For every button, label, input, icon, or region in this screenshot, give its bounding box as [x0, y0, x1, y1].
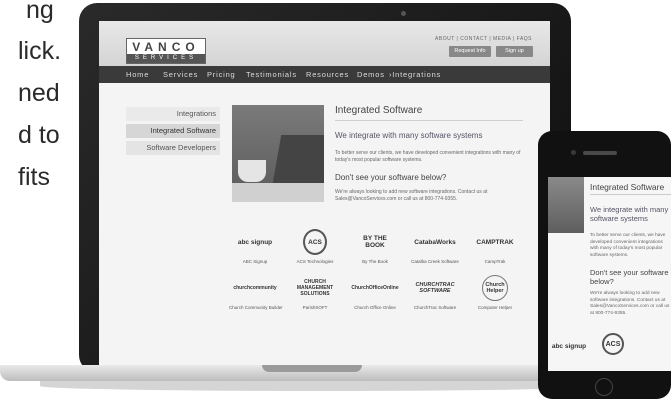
contact-paragraph: We're always looking to add new software… [335, 189, 488, 202]
hero-image [232, 105, 324, 202]
phone-speaker [583, 151, 617, 155]
phone-hero-image [548, 177, 584, 233]
camptrak-logo: CAMPTRAK [476, 238, 514, 246]
acs-logo: ACS [303, 229, 327, 255]
camera-icon [401, 11, 406, 16]
nav-demos[interactable]: Demos [357, 66, 385, 83]
abc-signup-logo: abc signup [237, 238, 273, 246]
coffee-cup-icon [238, 160, 266, 182]
phone-acs-logo[interactable]: ACS [602, 333, 624, 355]
logo-caption: Catalba Creek Software [411, 259, 459, 264]
logo-caption: ChurchTrac Software [413, 305, 457, 310]
church-helper-logo: Church Helper [482, 275, 508, 301]
phone-question-heading: Don't see your software below? [590, 268, 669, 286]
nav-home[interactable]: Home [126, 66, 149, 83]
phone-contact-paragraph: We're always looking to add new software… [590, 291, 670, 316]
sidebar-item-software-developers[interactable]: Software Developers [126, 141, 220, 155]
phone-title-divider [590, 194, 671, 195]
nav-pricing[interactable]: Pricing [207, 66, 236, 83]
church-office-online-logo: ChurchOfficeOnline [351, 285, 399, 291]
hero-laptop-shape [272, 135, 324, 183]
nav-integrations[interactable]: ›Integrations [389, 66, 441, 83]
phone-camera-icon [571, 150, 576, 155]
church-management-logo: CHURCH MANAGEMENT SOLUTIONS [296, 279, 334, 297]
logo-caption: ABC Signup [242, 259, 268, 264]
logo-caption: Computer Helper [477, 305, 513, 310]
site-header: VANCO SERVICES ABOUT | CONTACT | MEDIA |… [99, 21, 550, 66]
sidebar-item-integrations[interactable]: Integrations [126, 107, 220, 121]
phone-device: Integrated Software We integrate with ma… [538, 131, 671, 399]
sidebar: Integrations Integrated Software Softwar… [126, 107, 220, 158]
home-button-icon[interactable] [595, 378, 613, 396]
vanco-logo[interactable]: VANCO SERVICES [126, 38, 206, 64]
sidebar-item-integrated-software[interactable]: Integrated Software [126, 124, 220, 138]
logo-caption: ACS Technologies [296, 259, 334, 264]
logo-caption: Church Community Builder [229, 305, 283, 310]
logo-wordmark: VANCO [132, 40, 200, 54]
logo-caption: By The Book [362, 259, 388, 264]
laptop-shadow [40, 381, 600, 391]
nav-resources[interactable]: Resources [306, 66, 349, 83]
sign-up-button[interactable]: Sign up [496, 46, 533, 57]
question-heading: Don't see your software below? [335, 173, 447, 182]
main-nav: Home Services Pricing Testimonials Resou… [99, 66, 550, 83]
title-divider [335, 120, 523, 121]
logo-subtitle: SERVICES [127, 54, 205, 63]
logo-caption: Church Office Online [354, 305, 396, 310]
text-fragment: fits [18, 163, 50, 191]
laptop-screen: VANCO SERVICES ABOUT | CONTACT | MEDIA |… [99, 21, 550, 371]
nav-services[interactable]: Services [163, 66, 198, 83]
phone-subheading: We integrate with many software systems [590, 205, 669, 223]
church-community-logo: churchcommunity [233, 285, 277, 291]
logo-caption: CampTrak [484, 259, 506, 264]
by-the-book-logo: BY THE BOOK [363, 235, 387, 249]
churchtrac-logo: CHURCHTRAC SOFTWARE [415, 282, 455, 294]
page-content: Integrations Integrated Software Softwar… [99, 83, 550, 371]
catabaworks-logo: CatabaWorks [414, 238, 456, 246]
text-fragment: lick. [18, 37, 62, 65]
page-subheading: We integrate with many software systems [335, 131, 483, 140]
text-fragment: ng [26, 0, 54, 24]
intro-paragraph: To better serve our clients, we have dev… [335, 150, 521, 163]
phone-abc-signup-logo[interactable]: abc signup [548, 339, 590, 353]
nav-testimonials[interactable]: Testimonials [246, 66, 297, 83]
laptop-notch [262, 365, 362, 372]
request-info-button[interactable]: Request Info [449, 46, 491, 57]
text-fragment: d to [18, 121, 60, 149]
hero-table-shape [232, 183, 324, 202]
logo-caption: ParishSOFT [302, 305, 328, 310]
page-title: Integrated Software [335, 105, 423, 116]
top-links[interactable]: ABOUT | CONTACT | MEDIA | FAQS [435, 36, 532, 42]
phone-page-title: Integrated Software [590, 182, 665, 192]
phone-screen: Integrated Software We integrate with ma… [548, 177, 671, 371]
text-fragment: ned [18, 79, 60, 107]
phone-intro-paragraph: To better serve our clients, we have dev… [590, 233, 666, 258]
